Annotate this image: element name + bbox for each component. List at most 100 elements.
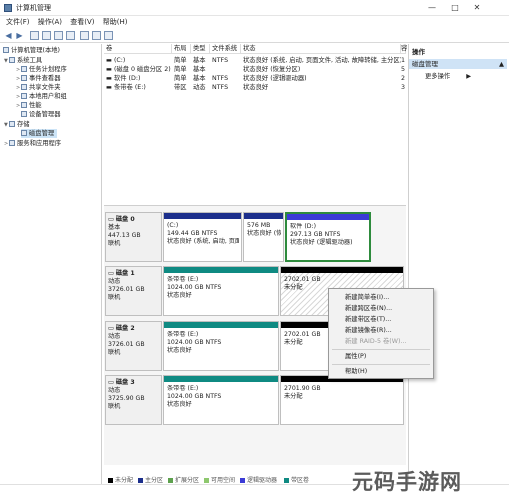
legend-free: 可用空间 xyxy=(204,475,235,484)
menu-new-striped-volume[interactable]: 新建带区卷(T)... xyxy=(345,315,391,324)
forward-arrow-icon[interactable]: ▶ xyxy=(15,31,24,40)
column-header-layout[interactable]: 布局 xyxy=(172,44,191,54)
disk-icon: ▭ xyxy=(108,216,116,223)
cell-capacity: 5 xyxy=(401,66,406,73)
cell-volume: ▬ 条带卷 (E:) xyxy=(106,84,146,91)
disk-3-striped-volume-e[interactable]: 条带卷 (E:) 1024.00 GB NTFS 状态良好 xyxy=(163,375,279,425)
cell-volume: ▬ (磁盘 0 磁盘分区 2) xyxy=(106,66,171,73)
tree-system-tools[interactable]: ▼ 系统工具 xyxy=(4,56,42,65)
menu-new-simple-volume[interactable]: 新建简单卷(I)... xyxy=(345,293,389,302)
actions-pane: 操作 磁盘管理 ▲ 更多操作 ▶ xyxy=(408,44,509,484)
tree-task-scheduler[interactable]: > 任务计划程序 xyxy=(16,65,67,74)
disk-icon: ▭ xyxy=(108,325,116,332)
logical-drive-bar xyxy=(287,214,369,220)
tree-disk-management[interactable]: 磁盘管理 xyxy=(21,129,58,138)
toolbar: ◀ ▶ xyxy=(0,28,509,43)
tree-performance[interactable]: > 性能 xyxy=(16,101,42,110)
volume-icon: ▬ xyxy=(106,66,114,73)
cell-volume: ▬ (C:) xyxy=(106,57,126,64)
event-icon xyxy=(21,75,27,81)
tree-device-manager[interactable]: 设备管理器 xyxy=(21,110,60,119)
tree-event-viewer[interactable]: > 事件查看器 xyxy=(16,74,60,83)
column-header-status[interactable]: 状态 xyxy=(241,44,401,54)
disk-1-striped-volume-e[interactable]: 条带卷 (E:) 1024.00 GB NTFS 状态良好 xyxy=(163,266,279,316)
volume-icon: ▬ xyxy=(106,75,114,82)
tree-root[interactable]: 计算机管理(本地) xyxy=(3,46,60,55)
more-actions[interactable]: 更多操作 ▶ xyxy=(425,72,471,81)
actions-disk-management[interactable]: 磁盘管理 ▲ xyxy=(409,59,507,69)
disk-3-label[interactable]: ▭ 磁盘 3 动态 3725.90 GB 联机 xyxy=(105,375,162,425)
list-view-icon[interactable] xyxy=(42,31,51,40)
collapse-up-icon[interactable]: ▲ xyxy=(499,59,504,69)
menu-action[interactable]: 操作(A) xyxy=(38,16,62,28)
cell-status: 状态良好 (系统, 启动, 页面文件, 活动, 故障转储, 主分区) xyxy=(243,57,401,64)
tree-storage[interactable]: ▼ 存储 xyxy=(4,120,30,129)
disk-2-label[interactable]: ▭ 磁盘 2 动态 3726.01 GB 联机 xyxy=(105,321,162,371)
refresh-icon[interactable] xyxy=(92,31,101,40)
legend-extended: 扩展分区 xyxy=(168,475,199,484)
cell-capacity: 1 xyxy=(401,57,406,64)
disk-management-icon xyxy=(21,130,27,136)
properties-icon[interactable] xyxy=(80,31,89,40)
services-icon xyxy=(9,140,15,146)
actions-header: 操作 xyxy=(412,48,425,56)
menu-new-mirror-volume[interactable]: 新建镜像卷(R)... xyxy=(345,326,392,335)
disk-1-label[interactable]: ▭ 磁盘 1 动态 3726.01 GB 联机 xyxy=(105,266,162,316)
tree-local-users[interactable]: > 本地用户和组 xyxy=(16,92,67,101)
cell-type: 动态 xyxy=(193,84,206,91)
disk-0-label[interactable]: ▭ 磁盘 0 基本 447.13 GB 联机 xyxy=(105,212,162,262)
cell-layout: 简单 xyxy=(174,57,187,64)
watermark-text: 元码手游网 xyxy=(352,470,462,494)
computer-icon xyxy=(3,47,9,53)
menu-properties[interactable]: 属性(P) xyxy=(345,352,366,361)
cell-layout: 简单 xyxy=(174,75,187,82)
cell-layout: 简单 xyxy=(174,66,187,73)
partition-recovery[interactable]: 576 MB 状态良好 (恢复 xyxy=(243,212,284,262)
shared-folder-icon xyxy=(21,84,27,90)
maximize-button[interactable]: □ xyxy=(444,0,466,16)
partition-d[interactable]: 软件 (D:) 297.13 GB NTFS 状态良好 (逻辑驱动器) xyxy=(285,212,371,262)
column-header-filesystem[interactable]: 文件系统 xyxy=(210,44,241,54)
cell-volume: ▬ 软件 (D:) xyxy=(106,75,141,82)
menu-file[interactable]: 文件(F) xyxy=(6,16,30,28)
close-button[interactable]: ✕ xyxy=(466,0,488,16)
menu-new-raid5-volume: 新建 RAID-5 卷(W)... xyxy=(345,338,407,345)
tree-services[interactable]: > 服务和应用程序 xyxy=(4,139,61,148)
storage-icon xyxy=(9,121,15,127)
legend-swatch xyxy=(138,478,143,483)
column-header-volume[interactable]: 卷 xyxy=(104,44,172,54)
cell-type: 基本 xyxy=(193,66,206,73)
column-header-capacity[interactable]: 容 xyxy=(401,44,407,54)
folder-icon[interactable] xyxy=(30,31,39,40)
menu-help-item[interactable]: 帮助(H) xyxy=(345,367,367,376)
cell-type: 基本 xyxy=(193,75,206,82)
menu-new-spanned-volume[interactable]: 新建跨区卷(N)... xyxy=(345,304,392,313)
disk-icon: ▭ xyxy=(108,379,116,386)
menu-help[interactable]: 帮助(H) xyxy=(103,16,128,28)
column-header-type[interactable]: 类型 xyxy=(191,44,210,54)
back-arrow-icon[interactable]: ◀ xyxy=(4,31,13,40)
title-bar: 计算机管理 — □ ✕ xyxy=(0,0,509,16)
legend-primary: 主分区 xyxy=(138,475,163,484)
tree-shared-folders[interactable]: > 共享文件夹 xyxy=(16,83,60,92)
menu-separator xyxy=(332,364,430,365)
volume-icon: ▬ xyxy=(106,57,114,64)
details-icon[interactable] xyxy=(66,31,75,40)
striped-volume-bar xyxy=(164,322,278,328)
menu-view[interactable]: 查看(V) xyxy=(70,16,94,28)
legend-striped: 带区卷 xyxy=(284,475,309,484)
device-manager-icon xyxy=(21,111,27,117)
legend-swatch xyxy=(108,478,113,483)
disk-2-striped-volume-e[interactable]: 条带卷 (E:) 1024.00 GB NTFS 状态良好 xyxy=(163,321,279,371)
primary-partition-bar xyxy=(164,213,241,219)
striped-volume-bar xyxy=(164,376,278,382)
partition-c[interactable]: (C:) 149.44 GB NTFS 状态良好 (系统, 启动, 页面 xyxy=(163,212,242,262)
volume-list: 卷 布局 类型 文件系统 状态 容 ▬ (C:) 简单 基本 NTFS 状态良好… xyxy=(104,44,407,194)
disk-icon[interactable] xyxy=(104,31,113,40)
help-icon[interactable] xyxy=(54,31,63,40)
tools-icon xyxy=(9,57,15,63)
window-title: 计算机管理 xyxy=(16,4,51,12)
cell-type: 基本 xyxy=(193,57,206,64)
disk-3-unallocated[interactable]: 2701.90 GB 未分配 xyxy=(280,375,404,425)
minimize-button[interactable]: — xyxy=(421,0,443,16)
